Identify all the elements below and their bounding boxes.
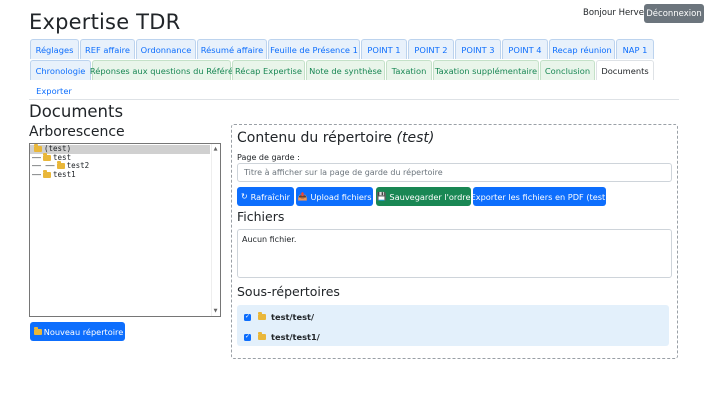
tab-conclusion[interactable]: Conclusion — [540, 60, 595, 80]
tab-point-3[interactable]: POINT 3 — [455, 39, 501, 59]
garde-title-input[interactable]: Titre à afficher sur la page de garde du… — [237, 163, 672, 182]
folder-icon — [34, 144, 42, 153]
refresh-icon: ↻ — [240, 192, 248, 201]
tab-ref-affaire[interactable]: REF affaire — [80, 39, 135, 59]
logout-button[interactable]: Déconnexion — [644, 4, 704, 23]
folder-icon — [258, 332, 266, 340]
tab-point-4[interactable]: POINT 4 — [502, 39, 548, 59]
tab-note-synthese[interactable]: Note de synthèse — [306, 60, 385, 80]
tab-taxation-supplementaire[interactable]: Taxation supplémentaire — [433, 60, 539, 80]
panel-title: Contenu du répertoire (test) — [237, 130, 435, 146]
no-files-text: Aucun fichier. — [242, 235, 297, 244]
folder-icon — [258, 312, 266, 320]
subdirs-list: ✓ test/test/ ✓ test/test1/ — [237, 305, 669, 346]
garde-label: Page de garde : — [237, 153, 300, 162]
tab-reglages[interactable]: Réglages — [30, 39, 79, 59]
folder-tree[interactable]: (test) —— test —— —— test2 —— test1 ▲ ▼ — [29, 143, 221, 317]
upload-files-button[interactable]: 📤 Upload fichiers — [296, 187, 373, 206]
tab-resume-affaire[interactable]: Résumé affaire — [197, 39, 267, 59]
scroll-up-icon[interactable]: ▲ — [212, 145, 219, 153]
tab-recap-expertise[interactable]: Récap Expertise — [232, 60, 305, 80]
subdir-item-test1[interactable]: ✓ test/test1/ — [244, 332, 320, 342]
tab-chronologie[interactable]: Chronologie — [30, 60, 91, 80]
tab-reponses-refere[interactable]: Réponses aux questions du Référé — [90, 60, 233, 80]
scroll-down-icon[interactable]: ▼ — [212, 307, 219, 315]
tab-documents[interactable]: Documents — [596, 60, 654, 80]
tree-heading: Arborescence — [29, 124, 125, 140]
upload-icon: 📤 — [297, 192, 308, 201]
tab-recap-reunion[interactable]: Recap réunion — [549, 39, 615, 59]
user-greeting: Bonjour Herve ! — [583, 8, 651, 18]
tab-point-1[interactable]: POINT 1 — [361, 39, 407, 59]
files-heading: Fichiers — [237, 209, 285, 224]
folder-icon — [33, 326, 42, 335]
app-title: Expertise TDR — [29, 10, 181, 34]
export-pdf-button[interactable]: Exporter les fichiers en PDF (test) — [471, 187, 608, 206]
save-order-button[interactable]: 💾 Sauvegarder l'ordre — [376, 187, 471, 206]
folder-icon — [43, 170, 52, 179]
new-folder-button[interactable]: Nouveau répertoire — [30, 322, 125, 341]
refresh-button[interactable]: ↻ Rafraîchir — [237, 187, 294, 206]
tabs-divider — [29, 99, 679, 100]
tab-taxation[interactable]: Taxation — [386, 60, 432, 80]
folder-icon — [43, 152, 52, 161]
tab-feuille-presence[interactable]: Feuille de Présence 1 — [268, 39, 360, 59]
checkbox-checked-icon[interactable]: ✓ — [244, 313, 251, 321]
subdir-item-test[interactable]: ✓ test/test/ — [244, 312, 314, 322]
subdirs-heading: Sous-répertoires — [237, 284, 340, 299]
tab-exporter[interactable]: Exporter — [30, 81, 78, 101]
tab-ordonnance[interactable]: Ordonnance — [136, 39, 196, 59]
tab-point-2[interactable]: POINT 2 — [408, 39, 454, 59]
tree-item-test1[interactable]: —— test1 — [30, 170, 220, 180]
folder-icon — [56, 161, 65, 170]
tab-nap-1[interactable]: NAP 1 — [616, 39, 654, 59]
files-list: Aucun fichier. — [237, 229, 672, 278]
checkbox-checked-icon[interactable]: ✓ — [244, 333, 251, 341]
page-title: Documents — [29, 102, 124, 121]
tree-scrollbar[interactable]: ▲ ▼ — [211, 144, 220, 316]
save-icon: 💾 — [376, 192, 387, 201]
